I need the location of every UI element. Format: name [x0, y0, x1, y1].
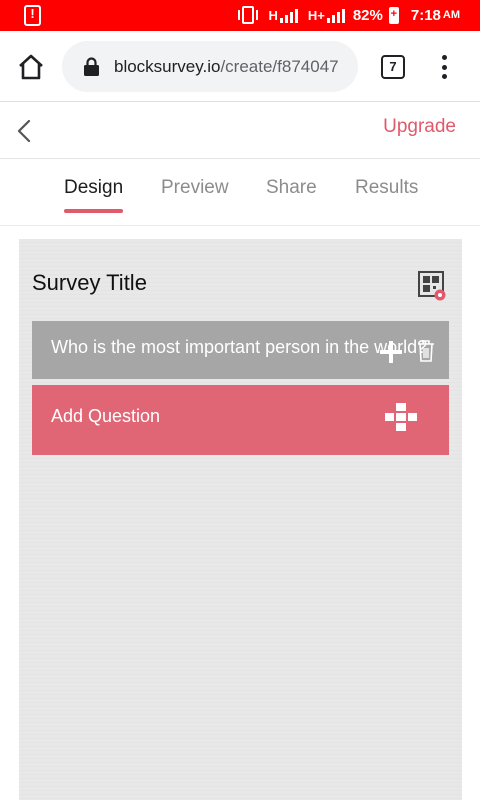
clock: 7:18: [410, 6, 441, 24]
add-question-label: Add Question: [51, 406, 161, 426]
clock-ampm: AM: [442, 9, 460, 21]
trash-icon[interactable]: [416, 339, 436, 363]
network-type-2: H+: [307, 7, 325, 23]
network-type-1: H: [268, 7, 278, 23]
lock-icon: [84, 57, 99, 76]
status-indicators: H H+ 82% 7:18 AM: [238, 6, 460, 24]
back-icon[interactable]: [14, 118, 36, 144]
tab-share[interactable]: Share: [266, 177, 317, 199]
url-path: /create/f874047: [220, 57, 339, 76]
url-domain: blocksurvey.io: [114, 57, 221, 76]
more-vert-icon[interactable]: [440, 55, 448, 79]
survey-title[interactable]: Survey Title: [32, 270, 147, 296]
url-text: blocksurvey.io/create/f874047: [114, 57, 339, 77]
tab-preview[interactable]: Preview: [161, 177, 229, 199]
signal-icon: [279, 7, 298, 23]
home-icon: [19, 54, 43, 80]
active-tab-indicator: [64, 209, 123, 213]
question-text: Who is the most important person in the …: [51, 337, 428, 357]
tab-results[interactable]: Results: [355, 177, 418, 199]
add-icon: [385, 403, 417, 431]
question-card[interactable]: Who is the most important person in the …: [32, 321, 449, 379]
add-question-button[interactable]: Add Question: [32, 385, 449, 455]
alert-icon: [24, 5, 41, 26]
move-icon[interactable]: [378, 339, 404, 365]
browser-toolbar: blocksurvey.io/create/f874047 7: [0, 31, 480, 102]
home-button[interactable]: [16, 53, 46, 81]
address-bar[interactable]: blocksurvey.io/create/f874047: [62, 41, 358, 92]
tab-bar: Design Preview Share Results: [0, 159, 480, 226]
tab-design[interactable]: Design: [64, 177, 123, 199]
signal-icon-2: [326, 7, 345, 23]
battery-percent: 82%: [352, 6, 383, 24]
vibrate-icon: [238, 6, 259, 24]
qr-code-settings-icon[interactable]: [418, 271, 446, 303]
tabs-button[interactable]: 7: [381, 55, 405, 79]
app-header: Upgrade: [0, 102, 480, 159]
survey-canvas: Survey Title Who is the most important p…: [19, 239, 462, 800]
battery-icon: [388, 6, 399, 24]
status-bar: H H+ 82% 7:18 AM: [0, 0, 480, 31]
upgrade-link[interactable]: Upgrade: [383, 116, 456, 138]
